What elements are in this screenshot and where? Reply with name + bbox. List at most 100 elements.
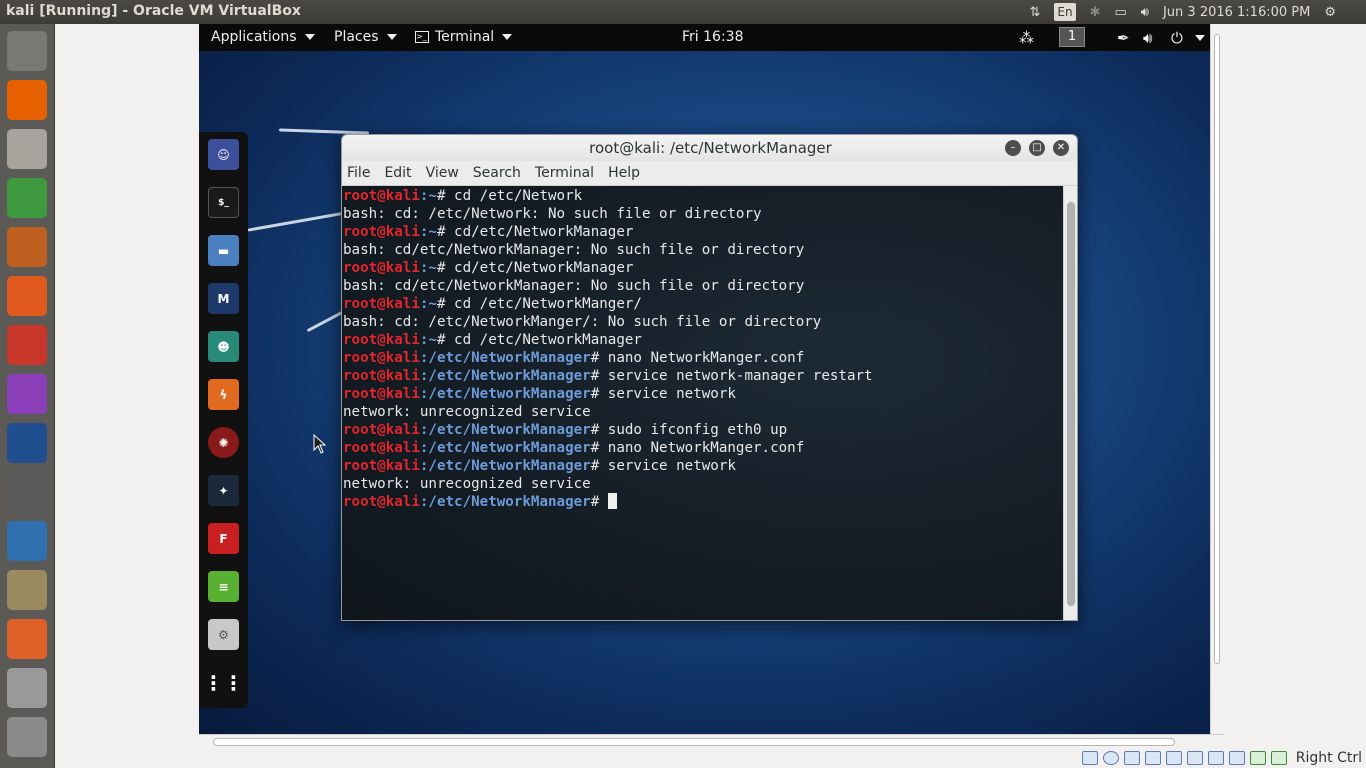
terminal-scrollbar-thumb[interactable] [1067, 202, 1075, 606]
burpsuite-icon[interactable]: ϟ [208, 379, 239, 410]
minimize-button[interactable]: – [1005, 140, 1021, 156]
launcher-trash-icon[interactable] [7, 717, 47, 757]
cpu-icon[interactable] [1249, 751, 1266, 765]
vm-display[interactable]: Applications Places >_ Terminal Fri 16:3… [199, 24, 1210, 734]
kali-clock[interactable]: Fri 16:38 [682, 29, 743, 45]
launcher-files-icon[interactable] [7, 129, 47, 169]
vbox-status-bar: Right Ctrl [55, 748, 1366, 768]
notes-icon[interactable]: ≡ [208, 571, 239, 602]
command-text: # [590, 494, 608, 510]
maximize-button[interactable]: □ [1029, 140, 1045, 156]
launcher-disk-utility-icon[interactable] [7, 472, 47, 512]
network-icon[interactable] [1144, 751, 1161, 765]
keyboard-layout-indicator[interactable]: En [1054, 3, 1076, 21]
vbox-horizontal-scrollbar-thumb[interactable] [213, 738, 1175, 746]
terminal-output[interactable]: root@kali:~# cd /etc/Network bash: cd: /e… [342, 186, 1063, 620]
pen-icon[interactable]: ✒ [1117, 29, 1130, 47]
maltego-icon[interactable]: ✦ [208, 475, 239, 506]
volume-icon[interactable]: 🔊︎ [1143, 29, 1152, 47]
launcher-drive-icon[interactable] [7, 668, 47, 708]
menu-item-view[interactable]: View [426, 165, 459, 181]
output-text: bash: cd: /etc/NetworkManger/: No such f… [343, 314, 822, 330]
host-key-label: Right Ctrl [1295, 750, 1362, 766]
menu-item-terminal[interactable]: Terminal [535, 165, 594, 181]
ubuntu-launcher [0, 24, 55, 768]
launcher-libreoffice-impress-icon[interactable] [7, 227, 47, 267]
folder-icon[interactable]: ▬ [208, 235, 239, 266]
people-icon[interactable]: ⁂ [1019, 29, 1034, 47]
vbox-vertical-scrollbar-thumb[interactable] [1214, 34, 1220, 664]
vbox-vertical-scrollbar[interactable] [1210, 24, 1224, 734]
network-transfer-icon[interactable]: ⇅ [1029, 0, 1040, 24]
prompt-path: :/etc/NetworkManager [419, 386, 591, 402]
shared-folders-icon[interactable] [1186, 751, 1203, 765]
terminal-line: network: unrecognized service [343, 403, 873, 421]
battery-icon[interactable]: ▭ [1114, 0, 1126, 24]
launcher-oscilloscope-icon[interactable] [7, 423, 47, 463]
launcher-app-purple-icon[interactable] [7, 374, 47, 414]
optical-drive-icon[interactable] [1102, 751, 1119, 765]
menu-item-help[interactable]: Help [608, 165, 640, 181]
terminal-window: root@kali: /etc/NetworkManager – □ ✕ Fil… [341, 134, 1078, 621]
bluetooth-icon[interactable]: ✱ [1090, 0, 1101, 24]
chevron-down-icon [386, 34, 397, 40]
menu-item-edit[interactable]: Edit [384, 165, 411, 181]
volume-icon[interactable]: 🔊︎ [1141, 0, 1149, 24]
terminal-titlebar[interactable]: root@kali: /etc/NetworkManager – □ ✕ [342, 135, 1077, 161]
terminal-line: bash: cd: /etc/Network: No such file or … [343, 205, 873, 223]
launcher-firefox-icon[interactable] [7, 80, 47, 120]
terminal-lines: root@kali:~# cd /etc/Network bash: cd: /e… [343, 187, 873, 511]
faraday-icon[interactable]: ✺ [208, 427, 239, 458]
audio-icon[interactable] [1123, 751, 1140, 765]
wallpaper-streak [247, 211, 347, 232]
hard-disk-icon[interactable] [1081, 751, 1098, 765]
launcher-software-center-icon[interactable] [7, 276, 47, 316]
mouse-integration-icon[interactable] [1270, 751, 1287, 765]
capture-icon[interactable] [1228, 751, 1245, 765]
terminal-line: network: unrecognized service [343, 475, 873, 493]
applications-menu[interactable]: Applications [211, 29, 315, 45]
menu-item-file[interactable]: File [347, 165, 370, 181]
command-text: # cd/etc/NetworkManager [436, 224, 634, 240]
output-text: network: unrecognized service [343, 476, 591, 492]
terminal-line: root@kali:~# cd /etc/Network [343, 187, 873, 205]
prompt-path: :/etc/NetworkManager [419, 422, 591, 438]
virtualbox-window: Applications Places >_ Terminal Fri 16:3… [55, 24, 1366, 768]
command-text: # nano NetworkManger.conf [590, 440, 805, 456]
menu-item-search[interactable]: Search [473, 165, 521, 181]
flash-icon[interactable]: F [208, 523, 239, 554]
app-grid-icon[interactable]: ⋮⋮ [204, 667, 244, 698]
recon-tool-icon[interactable]: ☺ [208, 139, 239, 170]
close-button[interactable]: ✕ [1053, 140, 1069, 156]
command-text: # nano NetworkManger.conf [590, 350, 805, 366]
window-title: kali [Running] - Oracle VM VirtualBox [6, 3, 301, 19]
display-icon[interactable] [1207, 751, 1224, 765]
terminal-line: root@kali:/etc/NetworkManager# sudo ifco… [343, 421, 873, 439]
prompt-path: :~ [419, 260, 437, 276]
chevron-down-icon[interactable] [1195, 35, 1205, 41]
metasploit-icon[interactable]: M [208, 283, 239, 314]
power-icon[interactable]: ⏻ [1171, 29, 1183, 47]
terminal-app-menu[interactable]: >_ Terminal [415, 29, 513, 45]
launcher-system-monitor-icon[interactable] [7, 521, 47, 561]
command-text: # cd /etc/NetworkManager [436, 332, 642, 348]
launcher-libreoffice-calc-icon[interactable] [7, 178, 47, 218]
datetime-indicator[interactable]: Jun 3 2016 1:16:00 PM [1163, 0, 1310, 24]
places-menu[interactable]: Places [334, 29, 397, 45]
gear-icon[interactable]: ⚙ [1324, 0, 1336, 24]
terminal-app-icon: >_ [415, 31, 429, 43]
launcher-system-settings-icon[interactable] [7, 325, 47, 365]
kali-top-bar: Applications Places >_ Terminal Fri 16:3… [199, 24, 1210, 51]
settings-icon[interactable]: ⚙ [208, 619, 239, 650]
command-text: # service network [590, 458, 736, 474]
launcher-ubuntu-dash-icon[interactable] [7, 31, 47, 71]
terminal-scrollbar[interactable] [1063, 186, 1077, 620]
text-cursor [607, 493, 617, 509]
armitage-icon[interactable]: ☻ [208, 331, 239, 362]
vbox-horizontal-scrollbar[interactable] [199, 734, 1224, 748]
usb-icon[interactable] [1165, 751, 1182, 765]
workspace-indicator[interactable]: 1 [1059, 27, 1085, 47]
launcher-pdf-reader-icon[interactable] [7, 619, 47, 659]
launcher-virtualbox-vm-icon[interactable] [7, 570, 47, 610]
terminal-icon[interactable]: $_ [208, 187, 239, 218]
